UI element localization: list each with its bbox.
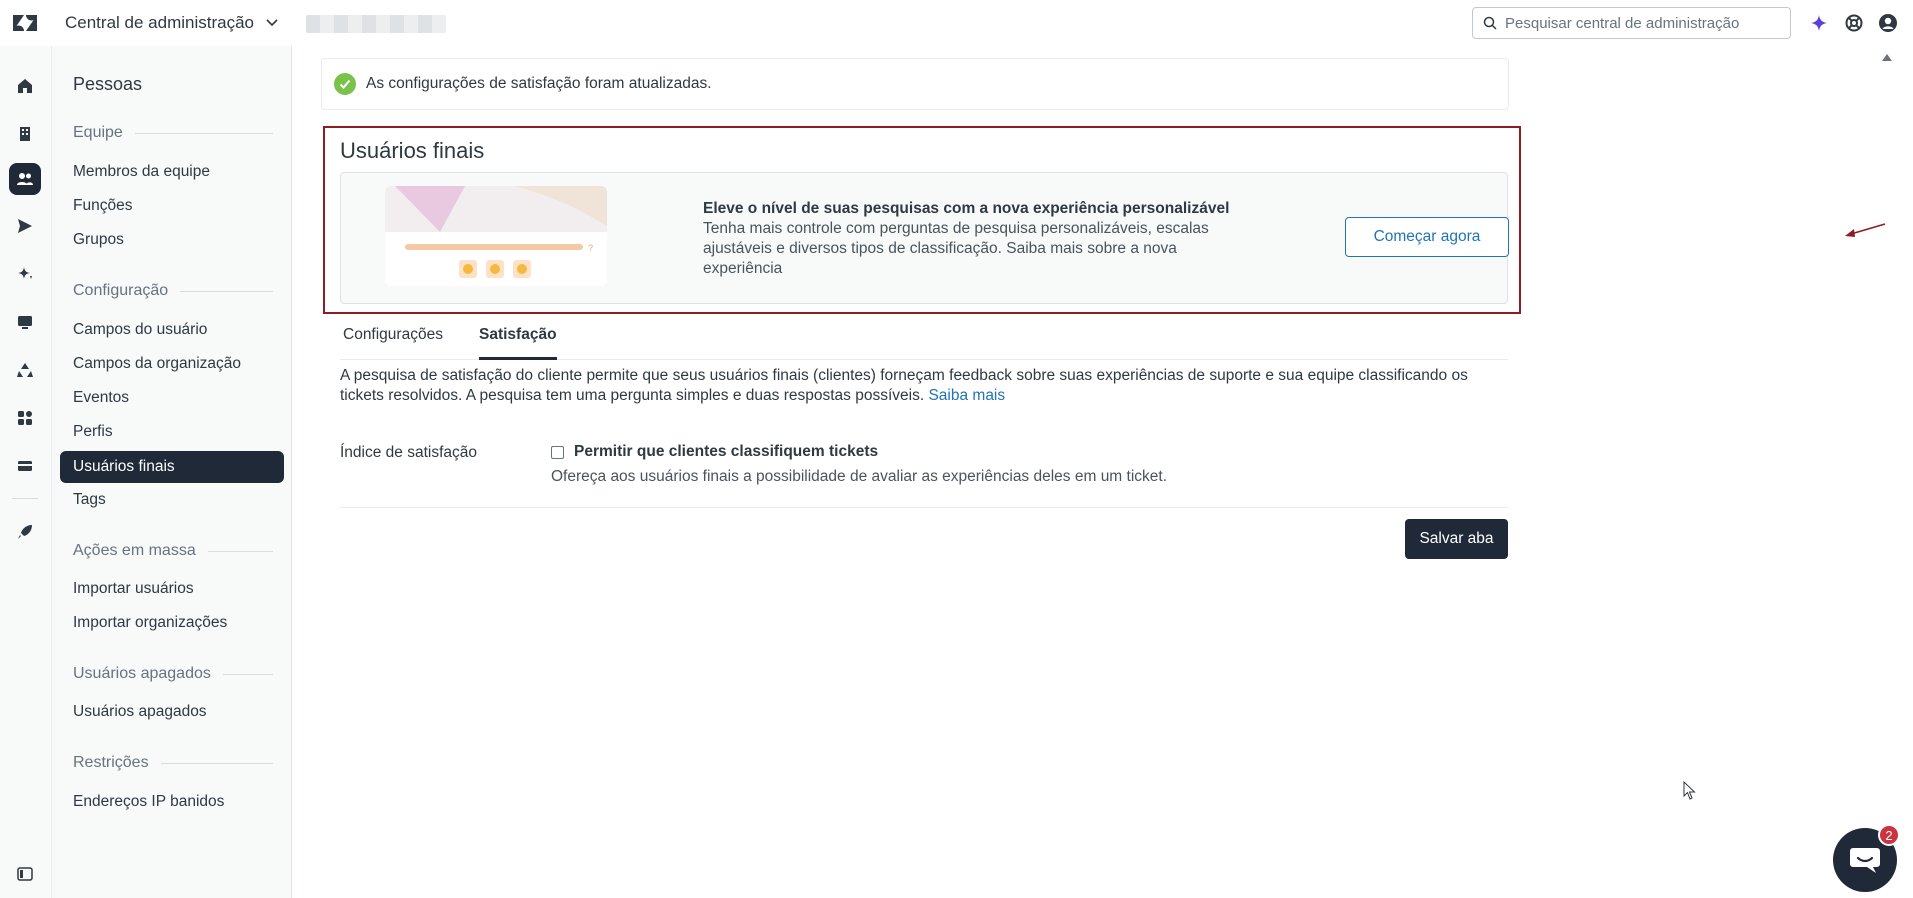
- user-avatar-icon[interactable]: [1878, 13, 1898, 33]
- section-heading-acoes-em-massa: Ações em massa: [73, 542, 273, 560]
- building-icon: [20, 127, 30, 141]
- learn-more-link[interactable]: Saiba mais: [928, 387, 1005, 404]
- allow-rating-label[interactable]: Permitir que clientes classifiquem ticke…: [574, 443, 878, 461]
- satisfaction-description: A pesquisa de satisfação do cliente perm…: [340, 366, 1480, 406]
- rail-divider: [12, 498, 38, 499]
- home-icon: [18, 79, 32, 93]
- sidebar-item-perfis[interactable]: Perfis: [60, 416, 284, 448]
- search-box[interactable]: [1472, 7, 1791, 39]
- zendesk-logo-icon[interactable]: [12, 12, 38, 34]
- section-heading-usuarios-apagados: Usuários apagados: [73, 665, 273, 683]
- sidebar-title: Pessoas: [73, 74, 143, 94]
- tab-list: Configurações Satisfação: [340, 324, 1508, 360]
- success-notification: As configurações de satisfação foram atu…: [321, 58, 1509, 110]
- page-title: Usuários finais: [340, 138, 485, 163]
- sidebar-toggle-icon: [17, 867, 33, 881]
- allow-rating-checkbox-row[interactable]: Permitir que clientes classifiquem ticke…: [551, 443, 878, 461]
- sidebar-item-funcoes[interactable]: Funções: [60, 190, 284, 222]
- allow-rating-hint: Ofereça aos usuários finais a possibilid…: [551, 468, 1168, 485]
- promo-illustration: ?: [385, 186, 607, 286]
- promo-banner: ? Eleve o nível de suas pesquisas com a …: [340, 172, 1509, 304]
- satisfaction-index-label: Índice de satisfação: [340, 444, 478, 461]
- sidebar: Pessoas Equipe Membros da equipe Funções…: [52, 46, 292, 898]
- help-lifebuoy-icon[interactable]: [1844, 13, 1864, 33]
- rail-account-settings[interactable]: [9, 450, 41, 482]
- sidebar-item-campos-do-usuario[interactable]: Campos do usuário: [60, 314, 284, 346]
- send-icon: [18, 219, 32, 233]
- sidebar-item-importar-usuarios[interactable]: Importar usuários: [60, 573, 284, 605]
- description-text: A pesquisa de satisfação do cliente perm…: [340, 367, 1468, 404]
- sidebar-item-usuarios-finais[interactable]: Usuários finais: [60, 451, 284, 483]
- sidebar-item-usuarios-apagados[interactable]: Usuários apagados: [60, 696, 284, 728]
- people-icon: [17, 173, 33, 185]
- rail-ai[interactable]: [9, 258, 41, 290]
- sidebar-item-eventos[interactable]: Eventos: [60, 382, 284, 414]
- search-icon: [1483, 16, 1497, 30]
- notification-text: As configurações de satisfação foram atu…: [366, 75, 712, 92]
- annotation-arrow-icon: [1845, 223, 1886, 237]
- sidebar-item-enderecos-ip-banidos[interactable]: Endereços IP banidos: [60, 786, 284, 818]
- promo-heading: Eleve o nível de suas pesquisas com a no…: [703, 200, 1230, 217]
- rail-channels[interactable]: [9, 210, 41, 242]
- rail-get-started[interactable]: [9, 516, 41, 548]
- monitor-icon: [18, 316, 32, 329]
- rocket-icon: [18, 525, 32, 539]
- chat-unread-badge: 2: [1878, 824, 1900, 846]
- promo-question-mark: ?: [588, 243, 593, 253]
- sidebar-item-importar-organizacoes[interactable]: Importar organizações: [60, 607, 284, 639]
- section-heading-equipe: Equipe: [73, 124, 273, 142]
- recycle-icon: [17, 363, 33, 377]
- sparkle-icon: [18, 267, 32, 279]
- sidebar-item-membros-da-equipe[interactable]: Membros da equipe: [60, 156, 284, 188]
- ai-sparkle-icon[interactable]: [1809, 13, 1829, 33]
- section-heading-restricoes: Restrições: [73, 754, 273, 772]
- start-now-button[interactable]: Começar agora: [1345, 217, 1509, 257]
- chat-bubble-icon: [1850, 848, 1880, 873]
- apps-grid-icon: [18, 411, 32, 425]
- app-switcher[interactable]: Central de administração: [65, 13, 280, 33]
- main-content: As configurações de satisfação foram atu…: [293, 46, 1913, 898]
- blurred-account-name: [306, 15, 446, 33]
- section-heading-configuracao: Configuração: [73, 282, 273, 300]
- sidebar-item-campos-da-organizacao[interactable]: Campos da organização: [60, 348, 284, 380]
- rail-workspaces[interactable]: [9, 306, 41, 338]
- rail-home[interactable]: [9, 70, 41, 102]
- search-input[interactable]: [1505, 14, 1775, 32]
- tab-satisfacao[interactable]: Satisfação: [479, 324, 557, 360]
- rail-people[interactable]: [9, 163, 41, 195]
- collapse-sidebar-button[interactable]: [9, 858, 41, 890]
- rail-objects-rules[interactable]: [9, 354, 41, 386]
- sidebar-item-tags[interactable]: Tags: [60, 484, 284, 516]
- form-divider: [340, 507, 1508, 508]
- rail-account[interactable]: [9, 118, 41, 150]
- rail-apps[interactable]: [9, 402, 41, 434]
- tab-configuracoes[interactable]: Configurações: [343, 324, 443, 360]
- save-tab-button[interactable]: Salvar aba: [1405, 519, 1508, 559]
- top-bar: Central de administração: [0, 0, 1913, 46]
- billing-icon: [18, 461, 32, 471]
- sidebar-item-grupos[interactable]: Grupos: [60, 224, 284, 256]
- product-rail: [0, 46, 52, 898]
- chevron-down-icon: [266, 19, 278, 27]
- mouse-cursor-icon: [1683, 781, 1696, 800]
- allow-rating-checkbox[interactable]: [551, 445, 564, 459]
- scroll-up-arrow-icon[interactable]: [1881, 52, 1893, 62]
- app-title: Central de administração: [65, 13, 254, 32]
- promo-body: Tenha mais controle com perguntas de pes…: [703, 220, 1209, 277]
- success-check-icon: [334, 73, 356, 95]
